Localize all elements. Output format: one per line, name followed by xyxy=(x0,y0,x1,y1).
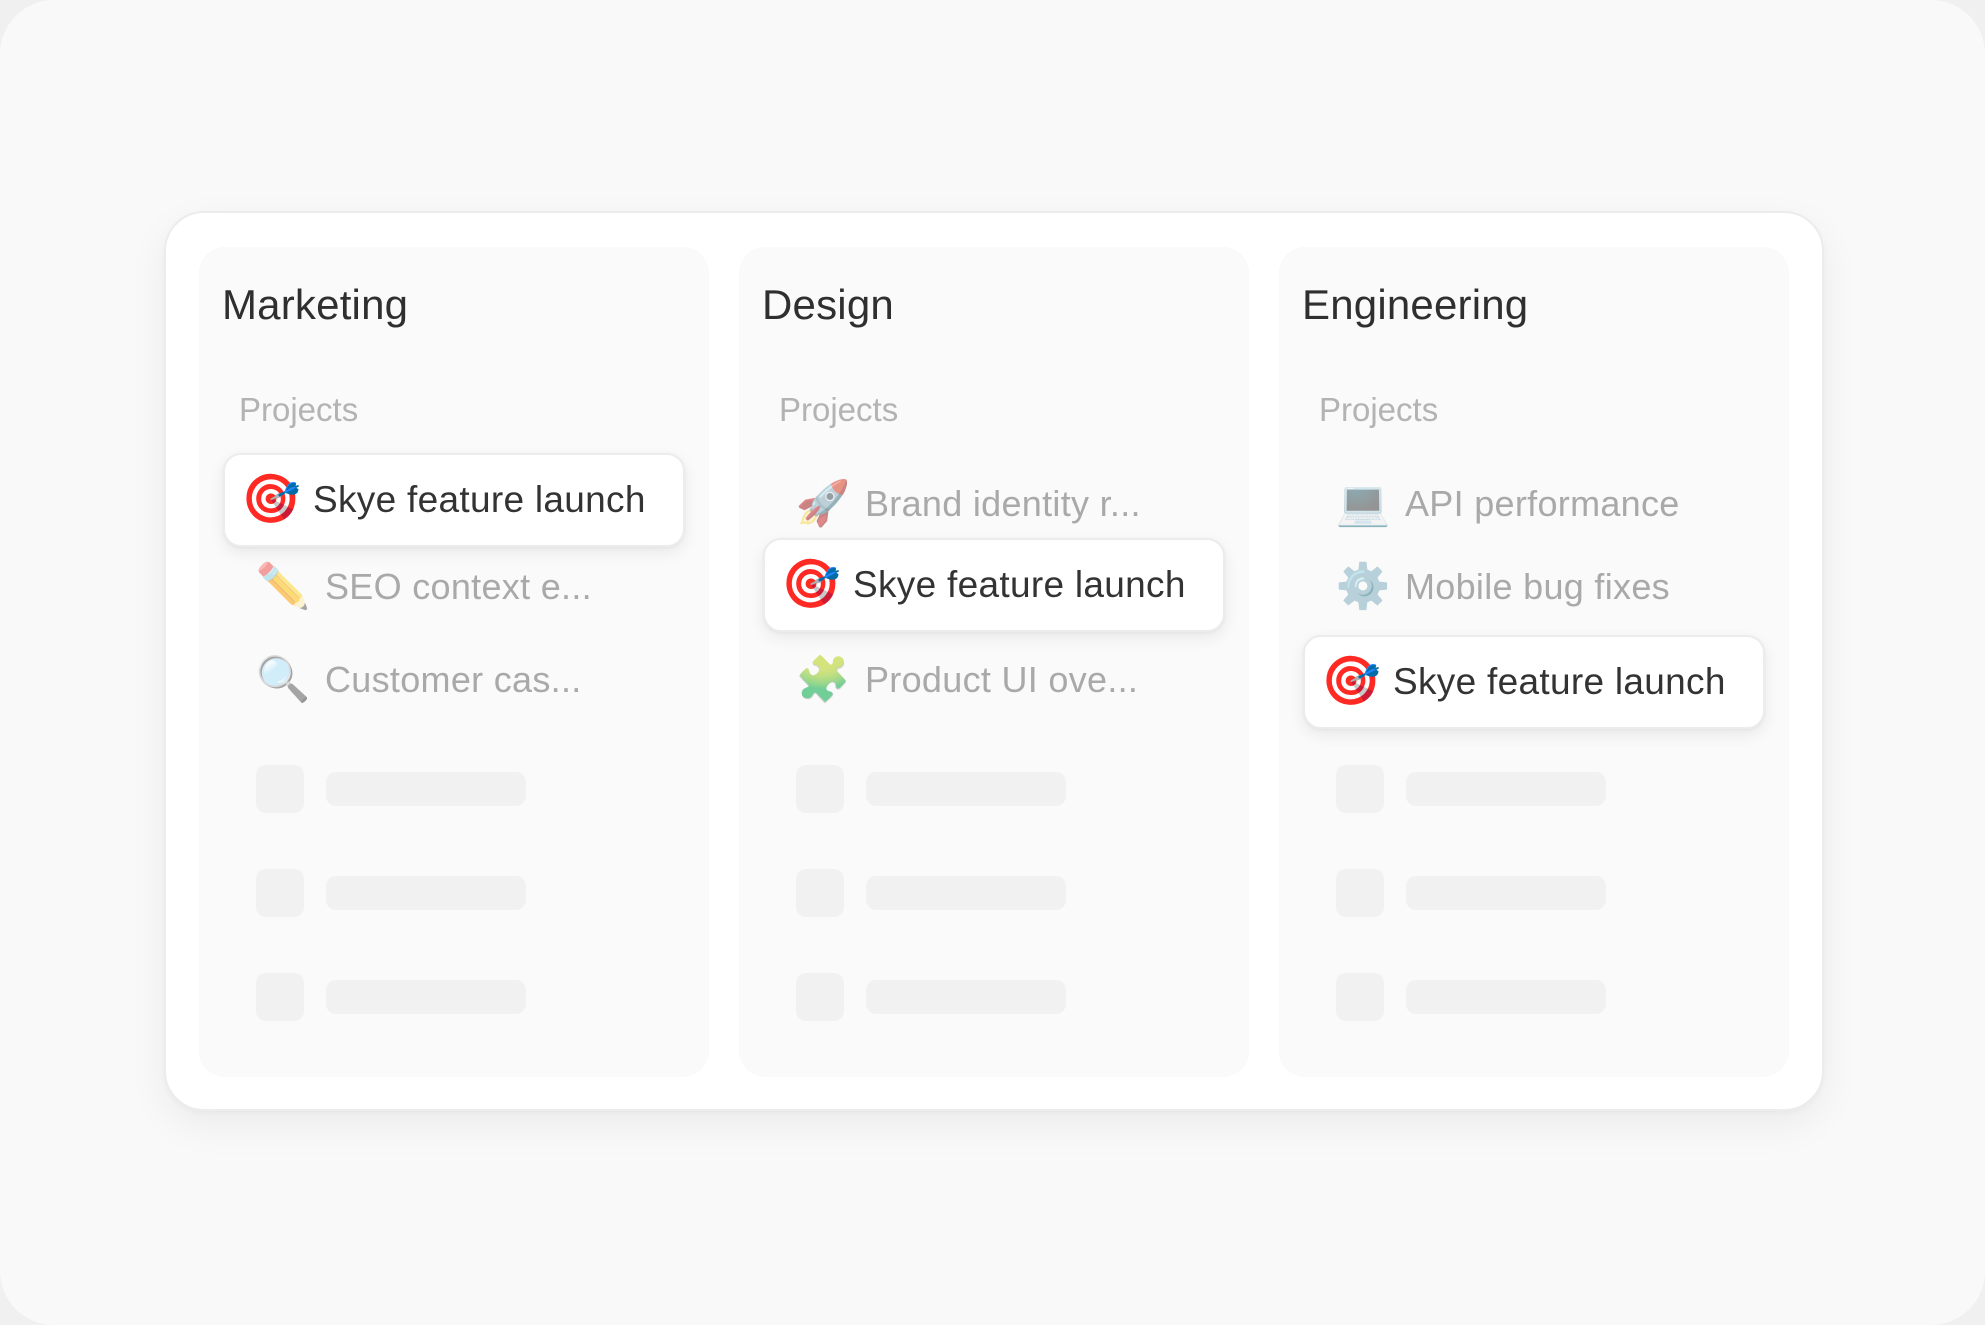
skeleton-icon xyxy=(1336,765,1384,813)
skeleton-icon xyxy=(796,765,844,813)
section-label: Projects xyxy=(239,391,359,428)
project-item[interactable]: 🧩 Product UI ove... xyxy=(795,650,1138,710)
section-label: Projects xyxy=(779,391,899,428)
project-label: Mobile bug fixes xyxy=(1405,566,1670,607)
project-label: SEO context e... xyxy=(325,566,592,607)
skeleton-row xyxy=(1336,973,1606,1021)
skeleton-row xyxy=(1336,765,1606,813)
project-item[interactable]: 🚀 Brand identity r... xyxy=(795,474,1141,534)
section-label: Projects xyxy=(1319,391,1439,428)
project-item[interactable]: ⚙️ Mobile bug fixes xyxy=(1335,557,1670,617)
skeleton-bar xyxy=(326,772,526,806)
magnifier-icon: 🔍 xyxy=(255,655,311,704)
column-marketing: Marketing Projects 🎯 Skye feature launch… xyxy=(199,247,709,1077)
skeleton-icon xyxy=(256,973,304,1021)
column-engineering: Engineering Projects 💻 API performance ⚙… xyxy=(1279,247,1789,1077)
skeleton-row xyxy=(796,973,1066,1021)
project-item-selected[interactable]: 🎯 Skye feature launch xyxy=(223,453,685,547)
column-title: Marketing xyxy=(222,281,409,328)
project-label: Product UI ove... xyxy=(865,659,1139,700)
target-dart-icon: 🎯 xyxy=(1321,655,1381,708)
column-title: Engineering xyxy=(1302,281,1529,328)
target-dart-icon: 🎯 xyxy=(241,473,301,526)
gear-icon: ⚙️ xyxy=(1335,562,1391,611)
skeleton-row xyxy=(796,765,1066,813)
project-label: Skye feature launch xyxy=(1393,661,1726,702)
laptop-icon: 💻 xyxy=(1335,479,1391,528)
project-label: Customer cas... xyxy=(325,659,582,700)
project-label: API performance xyxy=(1405,483,1680,524)
rocket-icon: 🚀 xyxy=(795,479,851,528)
column-title: Design xyxy=(762,281,894,328)
column-design: Design Projects 🚀 Brand identity r... 🎯 … xyxy=(739,247,1249,1077)
skeleton-row xyxy=(1336,869,1606,917)
project-item[interactable]: 🔍 Customer cas... xyxy=(255,650,582,710)
project-item[interactable]: 💻 API performance xyxy=(1335,474,1680,534)
skeleton-icon xyxy=(256,765,304,813)
skeleton-bar xyxy=(326,876,526,910)
puzzle-piece-icon: 🧩 xyxy=(795,655,851,704)
skeleton-bar xyxy=(866,980,1066,1014)
project-label: Brand identity r... xyxy=(865,483,1141,524)
skeleton-icon xyxy=(1336,869,1384,917)
skeleton-bar xyxy=(1406,980,1606,1014)
project-item-selected[interactable]: 🎯 Skye feature launch xyxy=(1303,635,1765,729)
skeleton-bar xyxy=(866,772,1066,806)
pencil-icon: ✏️ xyxy=(255,562,311,611)
skeleton-icon xyxy=(1336,973,1384,1021)
skeleton-bar xyxy=(326,980,526,1014)
target-dart-icon: 🎯 xyxy=(781,558,841,611)
project-label: Skye feature launch xyxy=(853,564,1186,605)
project-item[interactable]: ✏️ SEO context e... xyxy=(255,557,592,617)
skeleton-bar xyxy=(866,876,1066,910)
skeleton-icon xyxy=(796,973,844,1021)
skeleton-icon xyxy=(256,869,304,917)
project-item-selected[interactable]: 🎯 Skye feature launch xyxy=(763,538,1225,632)
skeleton-row xyxy=(256,765,526,813)
skeleton-icon xyxy=(796,869,844,917)
skeleton-bar xyxy=(1406,876,1606,910)
skeleton-row xyxy=(256,973,526,1021)
workspace-card: Marketing Projects 🎯 Skye feature launch… xyxy=(164,211,1824,1111)
skeleton-row xyxy=(256,869,526,917)
skeleton-row xyxy=(796,869,1066,917)
project-label: Skye feature launch xyxy=(313,479,646,520)
background-canvas: Marketing Projects 🎯 Skye feature launch… xyxy=(0,0,1985,1325)
skeleton-bar xyxy=(1406,772,1606,806)
